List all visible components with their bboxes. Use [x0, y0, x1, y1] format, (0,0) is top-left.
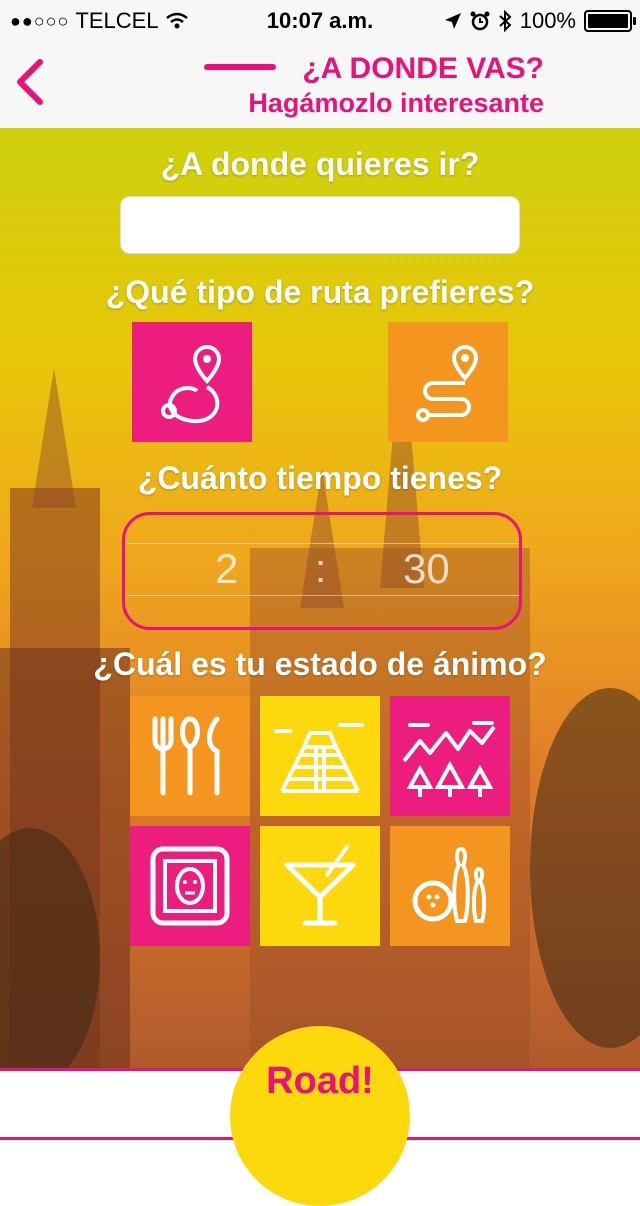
mood-drinks-button[interactable]	[260, 826, 380, 946]
alarm-icon	[470, 11, 490, 31]
destination-label: ¿A donde quieres ir?	[160, 146, 480, 182]
mood-art-button[interactable]	[130, 826, 250, 946]
time-label: ¿Cuánto tiempo tienes?	[137, 460, 503, 496]
route-loop-button[interactable]	[132, 322, 252, 442]
cocktail-icon	[284, 845, 356, 926]
nav-bar: ¿A DONDE VAS? Hagámozlo interesante	[0, 40, 640, 129]
time-hours[interactable]: 2	[215, 545, 238, 593]
mood-games-button[interactable]	[390, 826, 510, 946]
chevron-left-icon	[17, 59, 43, 105]
bluetooth-icon	[499, 10, 512, 32]
route-type-label: ¿Qué tipo de ruta prefieres?	[105, 274, 535, 310]
battery-icon	[584, 10, 636, 32]
title-accent-line	[204, 64, 276, 70]
time-minutes[interactable]: 30	[403, 545, 450, 593]
battery-percent: 100%	[519, 8, 576, 33]
mood-culture-button[interactable]	[260, 696, 380, 816]
page-subtitle: Hagámozlo interesante	[248, 88, 544, 118]
dining-icon	[152, 716, 220, 796]
status-bar: ●●○○○ TELCEL 10:07 a.m. 100%	[0, 0, 640, 40]
nature-icon	[402, 721, 496, 797]
mood-nature-button[interactable]	[390, 696, 510, 816]
mood-dining-button[interactable]	[130, 696, 250, 816]
loop-route-icon	[161, 344, 222, 424]
page-title: ¿A DONDE VAS?	[302, 52, 544, 85]
time-picker[interactable]: 2 : 30	[122, 512, 522, 630]
back-button[interactable]	[14, 58, 54, 108]
mood-label: ¿Cuál es tu estado de ánimo?	[93, 646, 547, 682]
destination-input[interactable]	[120, 196, 520, 254]
bowling-icon	[412, 846, 487, 923]
art-frame-icon	[150, 846, 230, 926]
road-button[interactable]: Road!	[230, 1026, 410, 1206]
location-arrow-icon	[444, 13, 461, 29]
pyramid-icon	[274, 723, 364, 793]
route-zigzag-button[interactable]	[388, 322, 508, 442]
zigzag-route-icon	[416, 344, 479, 422]
time-separator: :	[315, 547, 327, 591]
road-button-label: Road!	[266, 1060, 374, 1102]
